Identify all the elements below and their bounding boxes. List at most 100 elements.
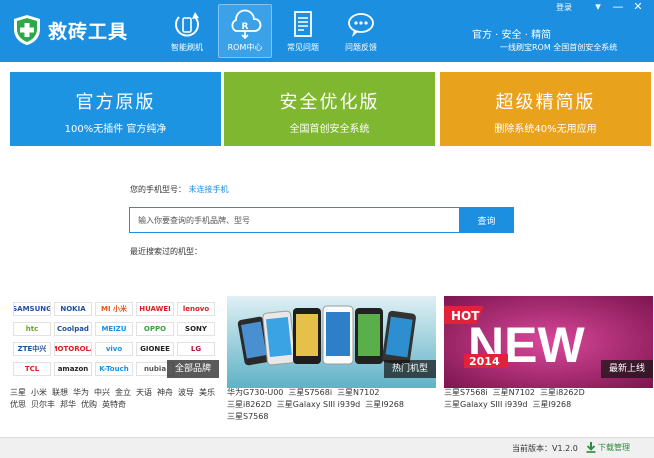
brand-logo[interactable]: lenovo xyxy=(177,302,215,316)
model-link[interactable]: 华为 xyxy=(73,387,89,399)
model-link[interactable]: 小米 xyxy=(31,387,47,399)
model-link[interactable]: 三星S7568i xyxy=(444,387,488,399)
download-manager-button[interactable]: 下载管理 xyxy=(586,442,630,453)
nav-label: 智能刷机 xyxy=(171,43,203,52)
banner-title: 官方原版 xyxy=(75,92,156,113)
svg-text:R: R xyxy=(242,22,249,32)
model-link[interactable]: 邦华 xyxy=(60,399,76,411)
banner-official-rom[interactable]: 官方原版 100%无插件 官方纯净 xyxy=(10,72,221,146)
banner-safe-rom[interactable]: 安全优化版 全国首创安全系统 xyxy=(224,72,435,146)
brand-logo[interactable]: SAMSUNG xyxy=(13,302,51,316)
brand-logo[interactable]: Coolpad xyxy=(54,322,92,336)
brand-logo[interactable]: MOTOROLA xyxy=(54,342,92,356)
model-link[interactable]: 三星 xyxy=(10,387,26,399)
nav-rom-center[interactable]: R ROM中心 xyxy=(218,4,272,58)
model-link[interactable]: 美乐 xyxy=(199,387,215,399)
brand-logo[interactable]: HUAWEI xyxy=(136,302,174,316)
brand-logo[interactable]: SONY xyxy=(177,322,215,336)
window-controls: ▾ — ✕ xyxy=(588,1,648,13)
banner-title: 安全优化版 xyxy=(279,92,380,113)
brand-logo[interactable]: amazon xyxy=(54,362,92,376)
model-link[interactable]: 英特奇 xyxy=(102,399,126,411)
brand-logo[interactable]: vivo xyxy=(95,342,133,356)
banner-lite-rom[interactable]: 超级精简版 删除系统40%无用应用 xyxy=(440,72,651,146)
phone-model-line: 您的手机型号： 未连接手机 xyxy=(130,184,229,195)
new-model-link-list: 三星S7568i 三星N7102 三星i8262D 三星Galaxy SIII i93… xyxy=(444,387,652,411)
status-bar: 当前版本：V1.2.0 下载管理 xyxy=(0,437,654,458)
brand-logo[interactable]: htc xyxy=(13,322,51,336)
chat-bubble-icon xyxy=(348,13,374,37)
model-link[interactable]: 三星S7568 xyxy=(227,411,268,423)
model-link[interactable]: 天语 xyxy=(136,387,152,399)
login-link[interactable]: 登录 xyxy=(556,2,572,13)
recent-searches-label: 最近搜索过的机型： xyxy=(130,247,202,256)
menu-dropdown-icon[interactable]: ▾ xyxy=(588,1,608,13)
model-link[interactable]: 三星I9268 xyxy=(365,399,404,411)
slogan-sub: 一线刷宝ROM 全国首创安全系统 xyxy=(500,43,618,52)
version-info: 当前版本：V1.2.0 xyxy=(512,443,578,454)
nav-label: 常见问题 xyxy=(287,43,319,52)
model-link[interactable]: 神舟 xyxy=(157,387,173,399)
app-window: 救砖工具 智能刷机 R ROM中心 常见问题 问题反馈 登录 ▾ — ✕ 官方 … xyxy=(0,0,654,458)
panel-tag: 热门机型 xyxy=(383,360,436,378)
brand-logo[interactable]: NOKIA xyxy=(54,302,92,316)
brand-logo[interactable]: GIONEE xyxy=(136,342,174,356)
model-link[interactable]: 三星i8262D xyxy=(227,399,272,411)
banner-subtitle: 全国首创安全系统 xyxy=(289,124,370,135)
main-nav: 智能刷机 R ROM中心 常见问题 问题反馈 xyxy=(160,4,392,58)
panel-tag: 全部品牌 xyxy=(166,360,219,378)
model-link[interactable]: 三星Galaxy SIII i939d xyxy=(444,399,528,411)
brand-logo[interactable]: ZTE中兴 xyxy=(13,342,51,356)
download-icon xyxy=(586,442,596,453)
nav-faq[interactable]: 常见问题 xyxy=(276,4,330,58)
close-icon[interactable]: ✕ xyxy=(628,1,648,13)
banner-subtitle: 100%无插件 官方纯净 xyxy=(64,124,167,135)
banner-title: 超级精简版 xyxy=(495,92,596,113)
version-value: V1.2.0 xyxy=(552,444,578,453)
app-name: 救砖工具 xyxy=(48,20,129,43)
model-link[interactable]: 金立 xyxy=(115,387,131,399)
download-label: 下载管理 xyxy=(598,443,630,452)
minimize-icon[interactable]: — xyxy=(608,1,628,13)
model-link[interactable]: 三星N7102 xyxy=(493,387,535,399)
panel-tag: 最新上线 xyxy=(600,360,653,378)
model-link[interactable]: 优思 xyxy=(10,399,26,411)
brand-logo[interactable]: OPPO xyxy=(136,322,174,336)
model-link[interactable]: 波导 xyxy=(178,387,194,399)
brand-logo[interactable]: LG xyxy=(177,342,215,356)
search-input[interactable] xyxy=(129,207,459,233)
year-badge-text: 2014 xyxy=(469,355,500,368)
hot-model-link-list: 华为G730-U00 三星S7568i 三星N7102 三星i8262D 三星Galax… xyxy=(227,387,427,423)
shield-plus-icon xyxy=(14,15,40,45)
model-link[interactable]: 中兴 xyxy=(94,387,110,399)
model-link[interactable]: 三星N7102 xyxy=(337,387,379,399)
brand-logo[interactable]: TCL xyxy=(13,362,51,376)
hot-models-panel[interactable]: 热门机型 xyxy=(227,296,436,388)
brand-logo[interactable]: K-Touch xyxy=(95,362,133,376)
model-link[interactable]: 华为G730-U00 xyxy=(227,387,283,399)
brand-logo[interactable]: MEIZU xyxy=(95,322,133,336)
model-link[interactable]: 优购 xyxy=(81,399,97,411)
brand-link-list: 三星 小米 联想 华为 中兴 金立 天语 神舟 波导 美乐优思 贝尔丰 邦华 优购 英特奇 xyxy=(10,387,222,411)
model-link[interactable]: 贝尔丰 xyxy=(31,399,55,411)
search-button[interactable]: 查询 xyxy=(459,207,514,233)
model-link[interactable]: 三星i8262D xyxy=(540,387,585,399)
nav-feedback[interactable]: 问题反馈 xyxy=(334,4,388,58)
model-link[interactable]: 三星Galaxy SIII i939d xyxy=(277,399,361,411)
phone-model-value: 未连接手机 xyxy=(188,185,229,194)
brand-logo[interactable]: MI 小米 xyxy=(95,302,133,316)
cloud-rom-icon: R xyxy=(231,9,262,40)
app-logo: 救砖工具 xyxy=(12,14,128,46)
rom-type-banners: 官方原版 100%无插件 官方纯净 安全优化版 全国首创安全系统 超级精简版 删… xyxy=(10,72,652,146)
refresh-phone-icon xyxy=(175,12,199,37)
nav-smart-flash[interactable]: 智能刷机 xyxy=(160,4,214,58)
header-bar: 救砖工具 智能刷机 R ROM中心 常见问题 问题反馈 登录 ▾ — ✕ 官方 … xyxy=(0,0,654,62)
model-link[interactable]: 三星S7568i xyxy=(288,387,332,399)
all-brands-panel[interactable]: SAMSUNG NOKIA MI 小米 HUAWEI lenovo htc Coolpad M… xyxy=(10,296,219,388)
version-label: 当前版本： xyxy=(512,444,552,453)
nav-label: 问题反馈 xyxy=(345,43,377,52)
model-link[interactable]: 三星I9268 xyxy=(533,399,572,411)
model-link[interactable]: 联想 xyxy=(52,387,68,399)
new-releases-panel[interactable]: HOT NEW 2014 最新上线 xyxy=(444,296,653,388)
slogan-main: 官方 · 安全 · 精简 xyxy=(472,30,552,41)
